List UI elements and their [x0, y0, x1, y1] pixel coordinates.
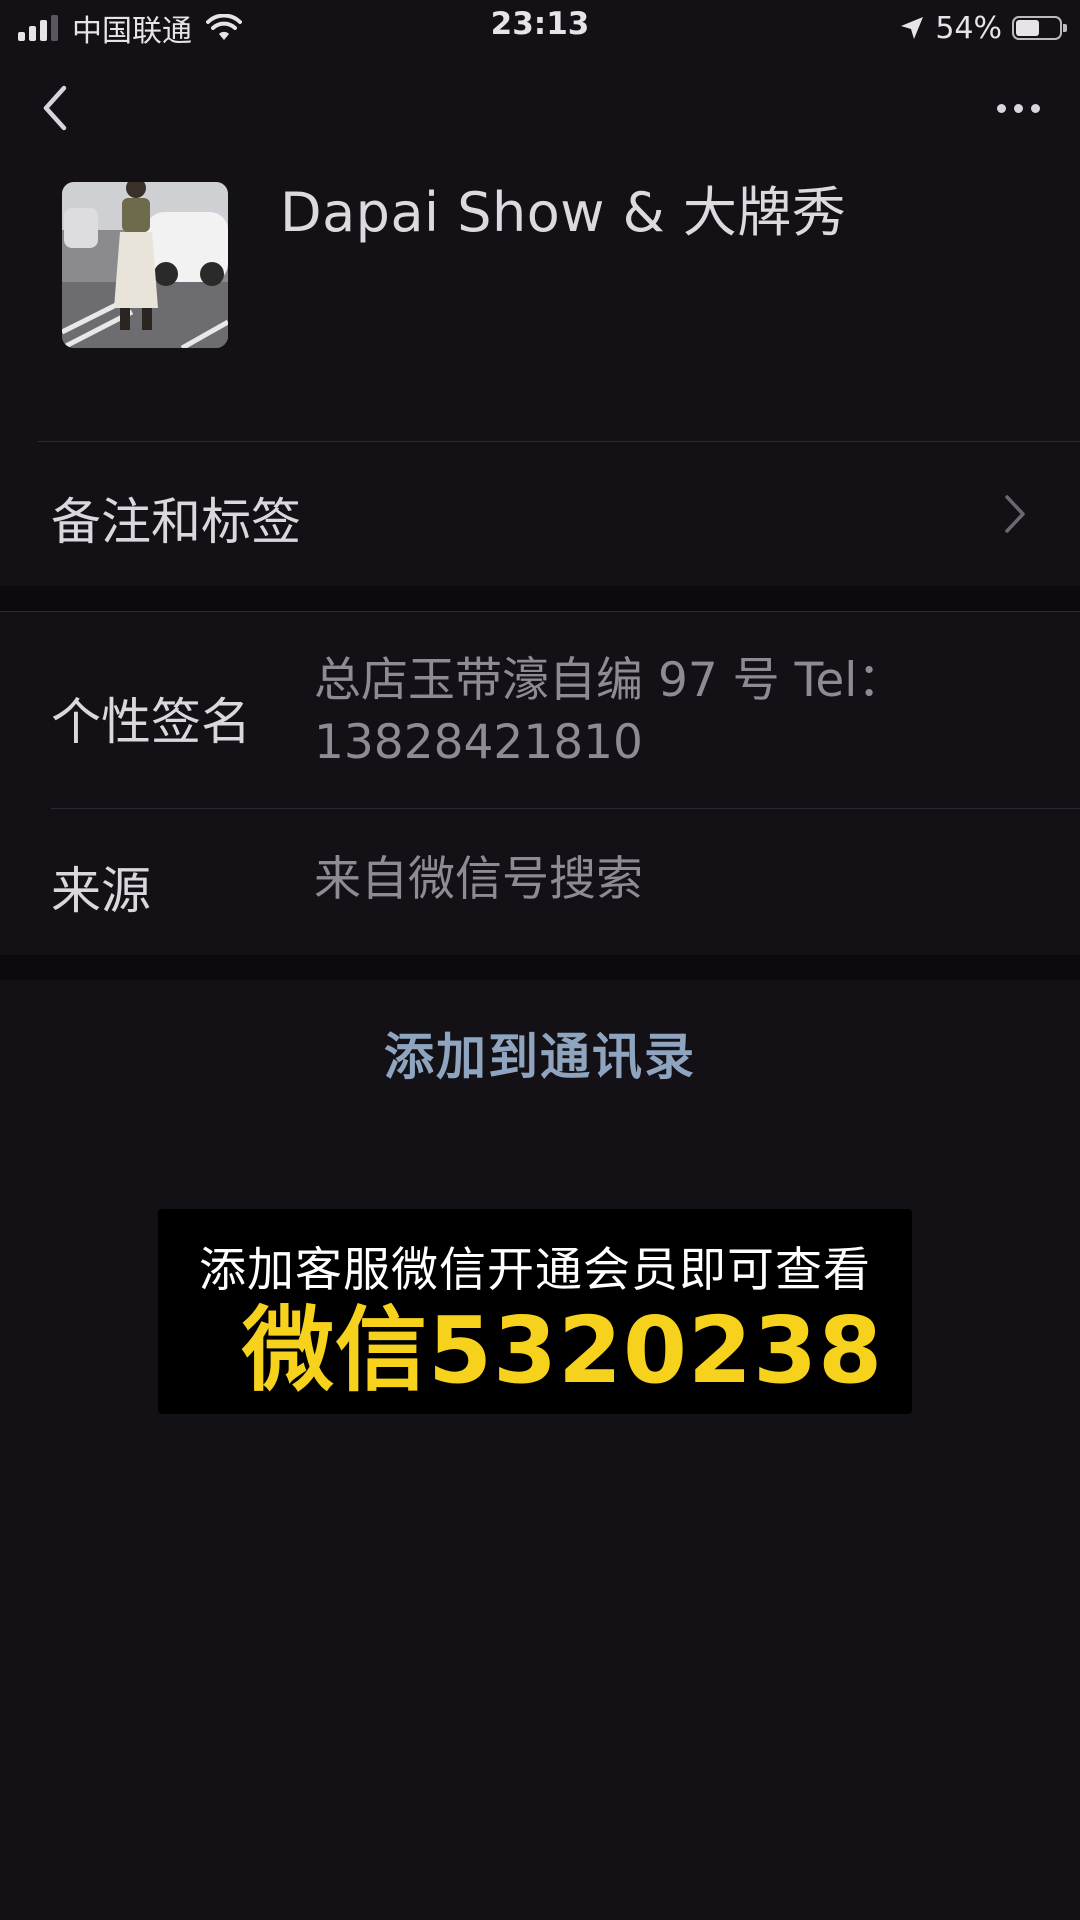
section-gap [0, 586, 1080, 612]
avatar-photo [62, 182, 228, 348]
status-right: 54% [899, 8, 1067, 48]
add-contact-button[interactable]: 添加到通讯录 [0, 980, 1080, 1126]
battery-percent: 54% [935, 10, 1002, 46]
signature-row: 个性签名 总店玉带濠自编 97 号 Tel： 13828421810 [0, 612, 1080, 808]
section-gap [0, 955, 1080, 980]
signature-line-1: 总店玉带濠自编 97 号 Tel： [314, 653, 905, 708]
signature-line-2: 13828421810 [314, 715, 643, 770]
battery-cap [1063, 24, 1067, 32]
signature-value: 总店玉带濠自编 97 号 Tel： 13828421810 [314, 650, 904, 774]
back-button[interactable] [30, 76, 80, 140]
remarks-label: 备注和标签 [51, 493, 301, 551]
profile-name: Dapai Show & 大牌秀 [280, 181, 847, 244]
location-arrow-icon [901, 17, 924, 39]
avatar[interactable] [62, 182, 228, 348]
promo-text: 添加客服微信开通会员即可查看 [199, 1243, 871, 1298]
more-dot-icon [996, 103, 1006, 113]
chevron-left-icon [43, 85, 67, 131]
status-bar: 中国联通 23:13 54% [0, 0, 1080, 56]
more-dot-icon [1030, 103, 1040, 113]
source-row: 来源 来自微信号搜索 [0, 809, 1080, 955]
source-label: 来源 [51, 862, 151, 920]
chevron-right-icon [1005, 495, 1025, 533]
battery-icon [1012, 16, 1067, 40]
source-value: 来自微信号搜索 [314, 852, 643, 907]
add-contact-label: 添加到通讯录 [384, 1028, 696, 1086]
battery-fill [1016, 20, 1039, 36]
promo-wechat-id: 微信5320238 [242, 1297, 884, 1404]
promo-banner: 添加客服微信开通会员即可查看 微信5320238 [158, 1209, 912, 1414]
more-dot-icon [1013, 103, 1023, 113]
remarks-row[interactable]: 备注和标签 [0, 442, 1080, 586]
more-button[interactable] [986, 90, 1050, 126]
signature-label: 个性签名 [51, 693, 251, 751]
